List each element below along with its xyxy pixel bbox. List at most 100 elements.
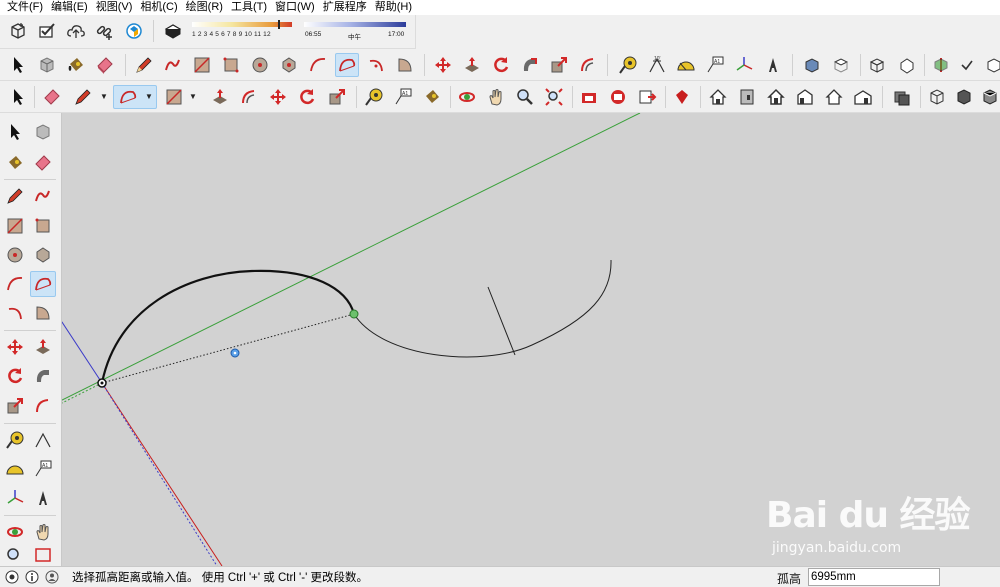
follow-me-icon[interactable] <box>30 363 56 389</box>
follow-me-icon[interactable] <box>518 53 542 77</box>
circle-icon[interactable] <box>248 53 272 77</box>
line-pencil-icon[interactable] <box>2 183 28 209</box>
geolocation-icon[interactable] <box>4 569 20 585</box>
axes-icon[interactable] <box>2 485 28 511</box>
three-point-arc-icon[interactable] <box>364 53 388 77</box>
push-pull-icon[interactable] <box>208 85 232 109</box>
zoom-icon[interactable] <box>513 85 537 109</box>
pie-icon[interactable] <box>393 53 417 77</box>
checkmark-icon[interactable] <box>955 53 979 77</box>
push-pull-icon[interactable] <box>30 334 56 360</box>
model-info-icon[interactable] <box>6 19 30 43</box>
three-point-arc-icon[interactable] <box>2 300 28 326</box>
text-label-icon[interactable]: A1 <box>391 85 415 109</box>
house-front-icon[interactable] <box>764 85 788 109</box>
tape-measure-icon[interactable] <box>616 53 640 77</box>
rectangle-icon[interactable] <box>190 53 214 77</box>
house-iso-icon[interactable] <box>706 85 730 109</box>
house-side-icon[interactable] <box>793 85 817 109</box>
offset-icon[interactable] <box>237 85 261 109</box>
move-icon[interactable] <box>431 53 455 77</box>
view-front-icon[interactable] <box>865 53 889 77</box>
select-arrow-icon[interactable] <box>6 85 30 109</box>
view-iso-icon[interactable] <box>800 53 824 77</box>
move-icon[interactable] <box>266 85 290 109</box>
menu-tools[interactable]: 工具(T) <box>227 0 271 15</box>
rotate-icon[interactable] <box>295 85 319 109</box>
shadow-date-slider[interactable]: 06:55 中午 17:00 <box>302 19 408 45</box>
menu-camera[interactable]: 相机(C) <box>136 0 181 15</box>
menu-edit[interactable]: 编辑(E) <box>47 0 92 15</box>
trimble-connect-icon[interactable] <box>122 19 146 43</box>
protractor-icon[interactable] <box>2 456 28 482</box>
view-right-icon[interactable] <box>894 53 918 77</box>
rotated-rectangle-icon[interactable] <box>30 213 56 239</box>
rotated-rectangle-icon[interactable] <box>219 53 243 77</box>
wireframe-icon[interactable] <box>925 85 949 109</box>
text-label-icon[interactable]: A1 <box>703 53 727 77</box>
section-plane-icon[interactable] <box>929 53 953 77</box>
menu-view[interactable]: 视图(V) <box>92 0 137 15</box>
rectangle-icon[interactable] <box>2 213 28 239</box>
freehand-icon[interactable] <box>161 53 185 77</box>
protractor-icon[interactable] <box>674 53 698 77</box>
xray-icon[interactable] <box>890 85 914 109</box>
line-pencil-icon[interactable] <box>71 85 95 109</box>
3d-text-icon[interactable] <box>761 53 785 77</box>
freehand-icon[interactable] <box>30 183 56 209</box>
viewport-canvas[interactable] <box>62 113 1000 566</box>
preferences-icon[interactable] <box>35 19 59 43</box>
shape-dropdown-arrow-icon[interactable]: ▼ <box>189 91 197 103</box>
scale-icon[interactable] <box>2 393 28 419</box>
axes-icon[interactable] <box>732 53 756 77</box>
offset-icon[interactable] <box>30 393 56 419</box>
line-pencil-icon[interactable] <box>132 53 156 77</box>
share-link-icon[interactable] <box>93 19 117 43</box>
offset-icon[interactable] <box>576 53 600 77</box>
upload-cloud-icon[interactable] <box>64 19 88 43</box>
ruby-console-icon[interactable] <box>670 85 694 109</box>
measurements-input[interactable] <box>808 568 940 586</box>
house-left-icon[interactable] <box>851 85 875 109</box>
drawing-viewport[interactable] <box>62 113 1000 566</box>
menu-window[interactable]: 窗口(W) <box>271 0 319 15</box>
zoom-icon[interactable] <box>2 547 28 565</box>
view-back-icon[interactable] <box>982 53 1000 77</box>
shadows-toggle-icon[interactable] <box>161 19 185 43</box>
textured-icon[interactable] <box>978 85 1000 109</box>
two-point-arc-icon[interactable] <box>335 53 359 77</box>
scale-icon[interactable] <box>325 85 349 109</box>
dimension-icon[interactable] <box>30 427 56 453</box>
arc-dropdown-arrow-icon[interactable]: ▼ <box>145 91 153 103</box>
move-icon[interactable] <box>2 334 28 360</box>
layout-send-icon[interactable] <box>635 85 659 109</box>
arc-icon[interactable] <box>306 53 330 77</box>
scale-icon[interactable] <box>547 53 571 77</box>
menu-file[interactable]: 文件(F) <box>3 0 47 15</box>
push-pull-icon[interactable] <box>460 53 484 77</box>
zoom-window-icon[interactable] <box>30 547 56 565</box>
paint-bucket-icon[interactable] <box>64 53 88 77</box>
shaded-icon[interactable] <box>952 85 976 109</box>
pie-icon[interactable] <box>30 300 56 326</box>
dimension-icon[interactable]: 10' <box>645 53 669 77</box>
polygon-icon[interactable] <box>30 242 56 268</box>
zoom-extents-icon[interactable] <box>542 85 566 109</box>
user-account-icon[interactable] <box>44 569 60 585</box>
eraser-icon[interactable] <box>30 150 56 176</box>
tape-measure-icon[interactable] <box>2 427 28 453</box>
text-label-icon[interactable]: A1 <box>30 456 56 482</box>
tape-measure-icon[interactable] <box>362 85 386 109</box>
credits-info-icon[interactable] <box>24 569 40 585</box>
orbit-icon[interactable] <box>455 85 479 109</box>
paint-bucket-icon[interactable] <box>2 150 28 176</box>
house-back-icon[interactable] <box>822 85 846 109</box>
select-arrow-icon[interactable] <box>6 53 30 77</box>
pan-hand-icon[interactable] <box>484 85 508 109</box>
view-front-building-icon[interactable] <box>735 85 759 109</box>
paint-bucket-icon[interactable] <box>420 85 444 109</box>
eraser-icon[interactable] <box>40 85 64 109</box>
select-arrow-icon[interactable] <box>2 119 28 145</box>
rotate-icon[interactable] <box>489 53 513 77</box>
menu-extensions[interactable]: 扩展程序 <box>319 0 371 15</box>
